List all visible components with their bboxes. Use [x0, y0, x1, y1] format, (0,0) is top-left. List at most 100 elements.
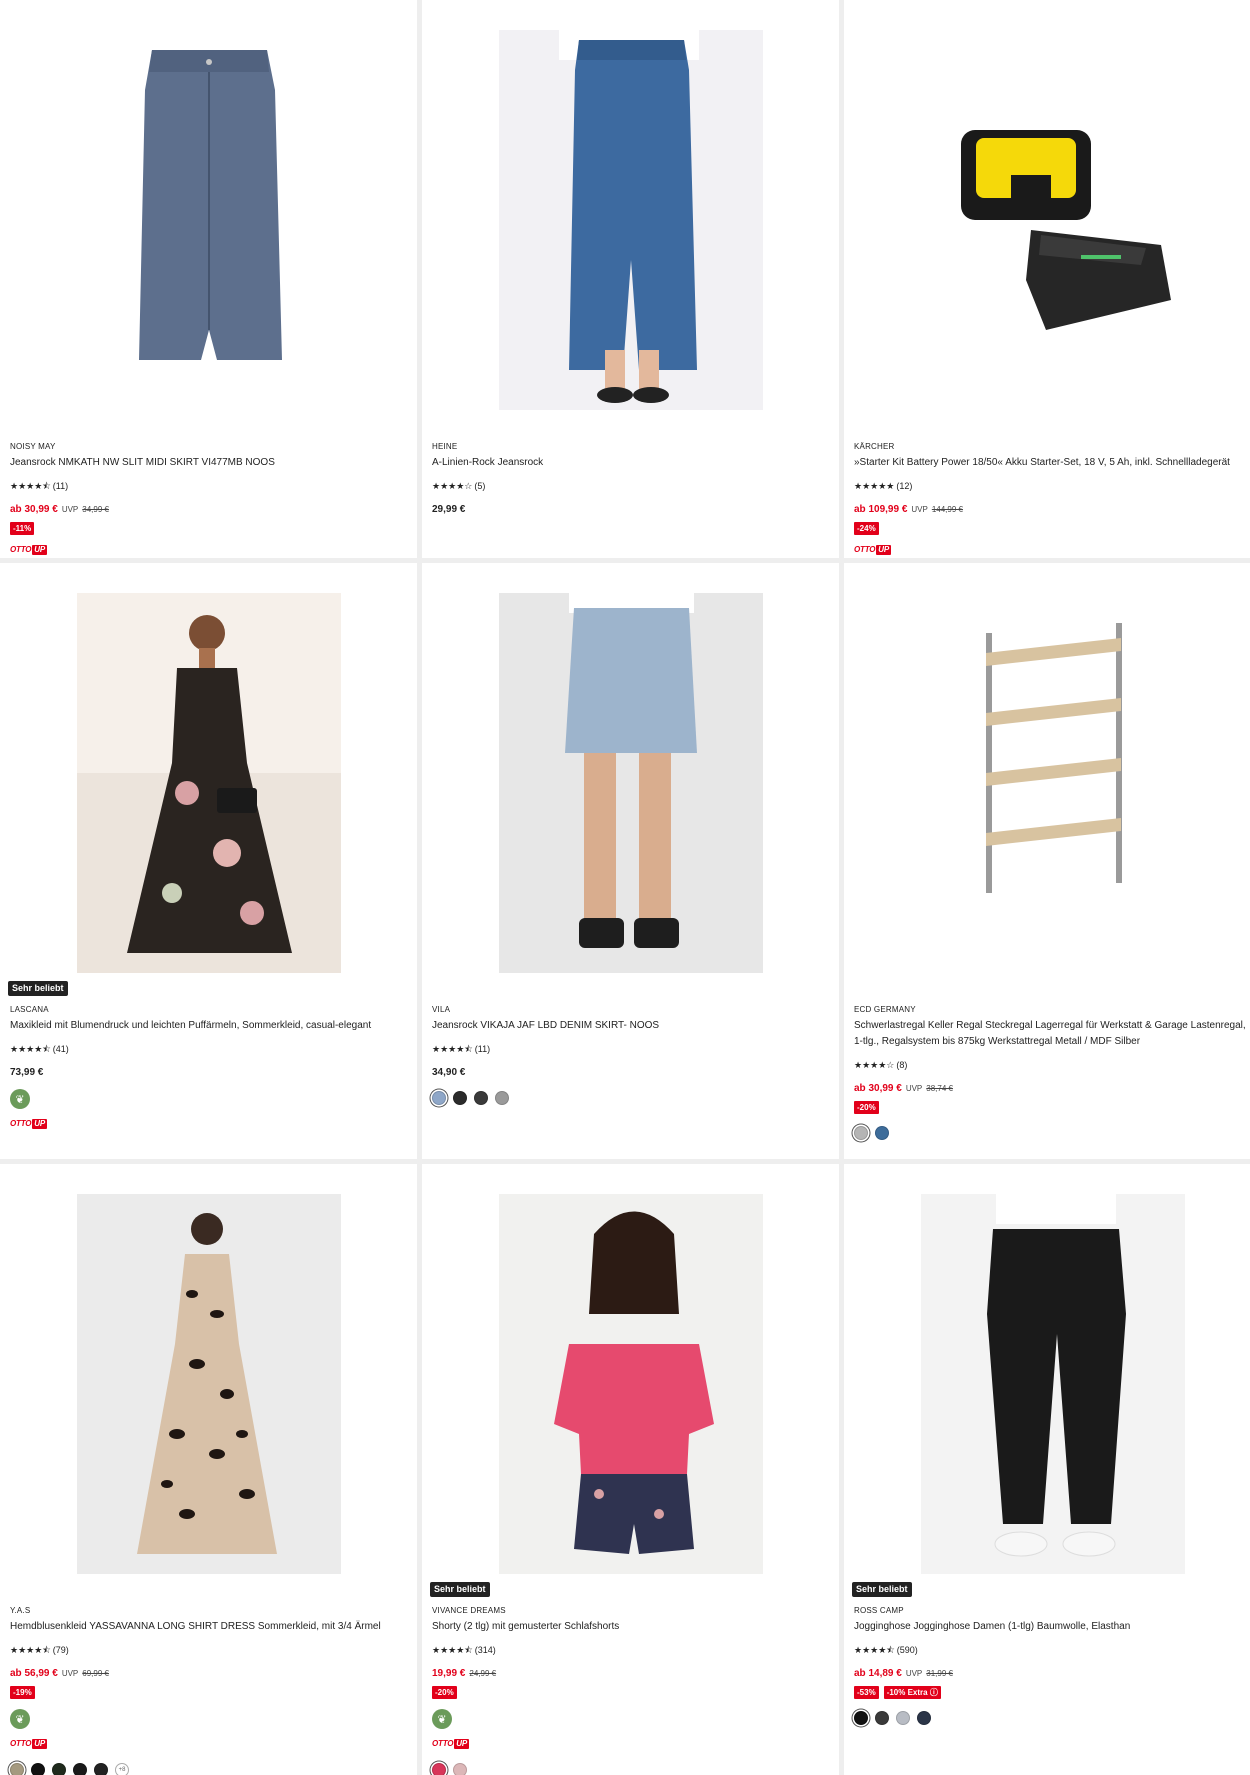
color-swatch[interactable]	[896, 1711, 910, 1725]
floral-maxi-dress-image[interactable]	[76, 593, 341, 973]
discount-badge: -10% Extra ⓘ	[883, 1686, 941, 1699]
product-rating[interactable]: ★★★★⯪ (11)	[432, 1043, 829, 1055]
otto-up-otto: OTTO	[432, 1739, 454, 1748]
product-name[interactable]: »Starter Kit Battery Power 18/50« Akku S…	[854, 455, 1250, 471]
leaf-icon[interactable]: ❦	[432, 1709, 452, 1729]
color-swatch[interactable]	[495, 1091, 509, 1105]
otto-up-otto: OTTO	[854, 545, 876, 554]
leaf-icon[interactable]: ❦	[10, 1089, 30, 1109]
product-tile[interactable]: NOISY MAY Jeansrock NMKATH NW SLIT MIDI S…	[0, 0, 417, 558]
rating-count: (314)	[474, 1645, 496, 1655]
product-rating[interactable]: ★★★★⯪ (314)	[432, 1644, 829, 1656]
star-rating-icon: ★★★★⯪	[10, 1044, 51, 1054]
jogger-pants-image[interactable]	[920, 1194, 1185, 1574]
color-swatches	[432, 1091, 829, 1105]
color-swatch[interactable]	[432, 1091, 446, 1105]
pajama-shorty-image[interactable]	[498, 1194, 763, 1574]
denim-midi-skirt-image[interactable]	[76, 30, 341, 410]
otto-up-wrap: OTTO UP	[10, 1729, 407, 1751]
uvp-label: UVP	[905, 1669, 923, 1678]
color-swatch[interactable]	[73, 1763, 87, 1775]
product-rating[interactable]: ★★★★⯪ (41)	[10, 1043, 407, 1055]
product-brand: Y.A.S	[10, 1606, 31, 1615]
leaf-icon[interactable]: ❦	[10, 1709, 30, 1729]
more-colors-button[interactable]: +8	[115, 1763, 129, 1775]
old-price: 24,99 €	[469, 1669, 497, 1678]
product-image-area[interactable]	[844, 563, 1250, 983]
product-rating[interactable]: ★★★★⯪ (11)	[10, 480, 407, 492]
product-image-area[interactable]	[0, 563, 417, 983]
product-price: 29,99 €	[432, 504, 466, 515]
color-swatch[interactable]	[94, 1763, 108, 1775]
color-swatch[interactable]	[875, 1126, 889, 1140]
product-brand: VILA	[432, 1005, 451, 1014]
product-tile[interactable]: KÄRCHER »Starter Kit Battery Power 18/50«…	[844, 0, 1250, 558]
product-tile[interactable]: Sehr beliebt VIVANCE DREAMS Shorty (2 tlg)…	[422, 1164, 839, 1775]
color-swatch[interactable]	[432, 1763, 446, 1775]
battery-charger-image[interactable]	[920, 30, 1185, 410]
product-price: 73,99 €	[10, 1067, 44, 1078]
price-row: ab 30,99 € UVP 38,74 €	[854, 1083, 1250, 1095]
product-rating[interactable]: ★★★★⯪ (590)	[854, 1644, 1250, 1656]
color-swatch[interactable]	[474, 1091, 488, 1105]
product-tile[interactable]: HEINE A-Linien-Rock Jeansrock ★★★★☆ (5) 29,9…	[422, 0, 839, 558]
product-name[interactable]: Jeansrock VIKAJA JAF LBD DENIM SKIRT- NO…	[432, 1018, 829, 1034]
denim-maxi-skirt-image[interactable]	[498, 30, 763, 410]
otto-up-wrap: OTTO UP	[10, 535, 407, 557]
color-swatch[interactable]	[875, 1711, 889, 1725]
product-tile[interactable]: VILA Jeansrock VIKAJA JAF LBD DENIM SKIRT…	[422, 563, 839, 1159]
product-rating[interactable]: ★★★★★ (12)	[854, 480, 1250, 492]
product-tile[interactable]: Sehr beliebt LASCANA Maxikleid mit Blumend…	[0, 563, 417, 1159]
product-rating[interactable]: ★★★★⯪ (79)	[10, 1644, 407, 1656]
product-rating[interactable]: ★★★★☆ (5)	[432, 480, 829, 492]
product-image-area[interactable]	[422, 0, 839, 420]
product-name[interactable]: Maxikleid mit Blumendruck und leichten P…	[10, 1018, 407, 1034]
leopard-shirt-dress-image[interactable]	[76, 1194, 341, 1574]
old-price: 69,99 €	[82, 1669, 109, 1678]
product-tile[interactable]: Y.A.S Hemdblusenkleid YASSAVANNA LONG SHI…	[0, 1164, 417, 1775]
product-brand: VIVANCE DREAMS	[432, 1606, 506, 1615]
rating-count: (12)	[896, 481, 913, 491]
color-swatch[interactable]	[10, 1763, 24, 1775]
discount-badge: -19%	[10, 1686, 35, 1699]
color-swatch[interactable]	[854, 1711, 868, 1725]
product-image-area[interactable]	[422, 563, 839, 983]
star-rating-icon: ★★★★☆	[432, 481, 473, 491]
product-image-area[interactable]	[844, 0, 1250, 420]
product-name[interactable]: Jeansrock NMKATH NW SLIT MIDI SKIRT VI47…	[10, 455, 407, 471]
popularity-badge: Sehr beliebt	[8, 981, 68, 996]
rating-count: (5)	[474, 481, 486, 491]
product-rating[interactable]: ★★★★☆ (8)	[854, 1059, 1250, 1071]
product-image-area[interactable]	[422, 1164, 839, 1584]
uvp-label: UVP	[61, 505, 79, 514]
product-brand: ECD GERMANY	[854, 1005, 916, 1014]
product-brand: KÄRCHER	[854, 442, 895, 451]
color-swatch[interactable]	[854, 1126, 868, 1140]
color-swatch[interactable]	[453, 1763, 467, 1775]
product-grid: NOISY MAY Jeansrock NMKATH NW SLIT MIDI S…	[0, 0, 1250, 1775]
price-row: 73,99 €	[10, 1067, 407, 1079]
storage-shelf-image[interactable]	[920, 593, 1185, 973]
product-info: NOISY MAY Jeansrock NMKATH NW SLIT MIDI S…	[10, 442, 407, 557]
product-name[interactable]: Hemdblusenkleid YASSAVANNA LONG SHIRT DR…	[10, 1619, 407, 1635]
product-image-area[interactable]	[0, 0, 417, 420]
product-image-area[interactable]	[844, 1164, 1250, 1584]
product-name[interactable]: Shorty (2 tlg) mit gemusterter Schlafsho…	[432, 1619, 829, 1635]
color-swatch[interactable]	[917, 1711, 931, 1725]
product-tile[interactable]: ECD GERMANY Schwerlastregal Keller Regal …	[844, 563, 1250, 1159]
discount-badges: -20%	[854, 1101, 1250, 1114]
otto-up-logo: OTTO UP	[10, 1119, 47, 1129]
product-image-area[interactable]	[0, 1164, 417, 1584]
denim-mini-skirt-image[interactable]	[498, 593, 763, 973]
product-price: ab 56,99 €	[10, 1668, 58, 1679]
rating-count: (590)	[896, 1645, 918, 1655]
product-name[interactable]: Schwerlastregal Keller Regal Steckregal …	[854, 1018, 1250, 1050]
color-swatch[interactable]	[52, 1763, 66, 1775]
product-name[interactable]: Jogginghose Jogginghose Damen (1-tlg) Ba…	[854, 1619, 1250, 1635]
product-name[interactable]: A-Linien-Rock Jeansrock	[432, 455, 829, 471]
color-swatch[interactable]	[31, 1763, 45, 1775]
star-rating-icon: ★★★★⯪	[432, 1044, 473, 1054]
star-rating-icon: ★★★★☆	[854, 1060, 895, 1070]
product-tile[interactable]: Sehr beliebt ROSS CAMP Jogginghose Jogging…	[844, 1164, 1250, 1775]
color-swatch[interactable]	[453, 1091, 467, 1105]
